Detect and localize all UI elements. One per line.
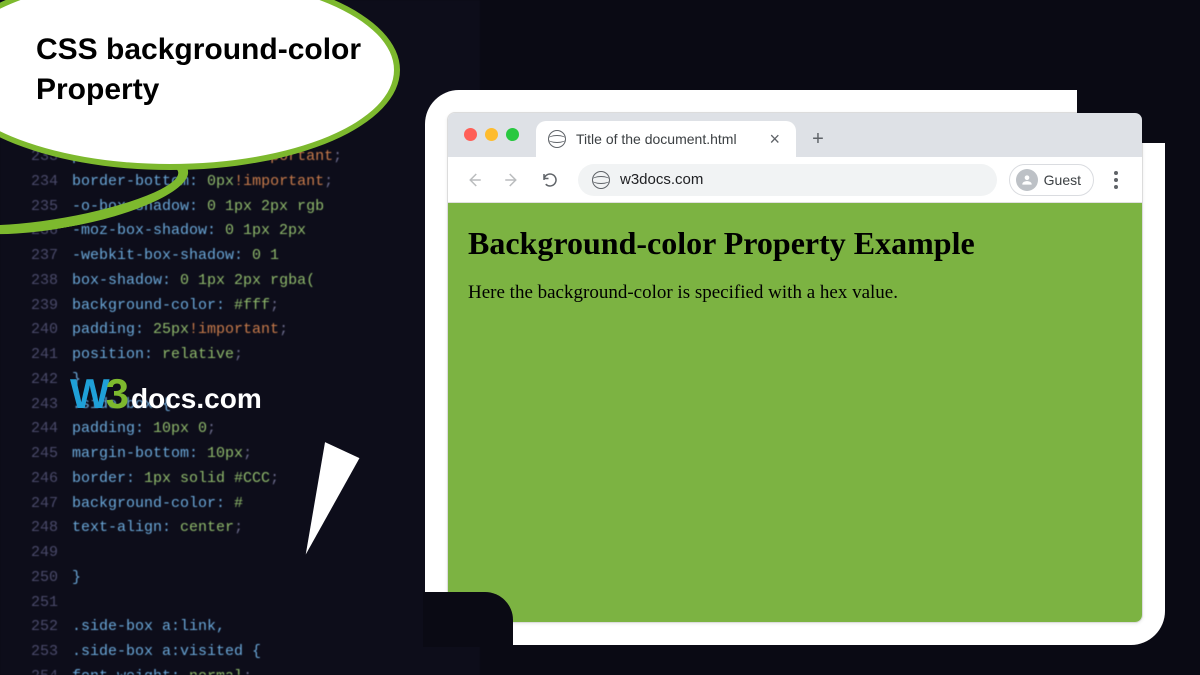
- logo-text: docs.com: [131, 383, 262, 415]
- arrow-right-icon: [503, 171, 521, 189]
- page-title: CSS background-color Property: [36, 30, 394, 111]
- code-line: 247background-color: #: [10, 492, 480, 517]
- globe-icon: [548, 130, 566, 148]
- address-bar[interactable]: w3docs.com: [578, 164, 997, 196]
- code-line: 254font-weight: normal;: [10, 665, 480, 675]
- avatar-icon: [1016, 169, 1038, 191]
- browser-tab[interactable]: Title of the document.html ×: [536, 121, 796, 157]
- logo-w: W: [70, 370, 108, 418]
- url-text: w3docs.com: [620, 171, 703, 188]
- code-line: 246border: 1px solid #CCC;: [10, 467, 480, 492]
- window-controls: [464, 128, 519, 141]
- code-line: 241position: relative;: [10, 343, 480, 368]
- browser-window-card: Title of the document.html × + w3docs.co…: [425, 90, 1165, 645]
- code-line: 244padding: 10px 0;: [10, 417, 480, 442]
- kebab-icon: [1114, 171, 1118, 189]
- forward-button[interactable]: [496, 164, 528, 196]
- profile-button[interactable]: Guest: [1009, 164, 1094, 196]
- code-line: 240padding: 25px!important;: [10, 318, 480, 343]
- code-line: 239background-color: #fff;: [10, 294, 480, 319]
- logo-3: 3: [106, 370, 129, 418]
- w3docs-logo: W 3 docs.com: [70, 370, 262, 418]
- tab-title: Title of the document.html: [576, 131, 755, 147]
- browser-menu-button[interactable]: [1100, 164, 1132, 196]
- window-minimize-button[interactable]: [485, 128, 498, 141]
- code-line: 250}: [10, 566, 480, 591]
- new-tab-button[interactable]: +: [804, 125, 832, 153]
- card-notch-decoration: [423, 592, 513, 647]
- profile-label: Guest: [1044, 172, 1081, 188]
- page-viewport: Background-color Property Example Here t…: [448, 203, 1142, 622]
- window-maximize-button[interactable]: [506, 128, 519, 141]
- close-icon[interactable]: ×: [765, 129, 784, 150]
- example-heading: Background-color Property Example: [468, 225, 1122, 262]
- code-line: 252.side-box a:link,: [10, 615, 480, 640]
- arrow-left-icon: [465, 171, 483, 189]
- globe-icon: [592, 171, 610, 189]
- browser-window: Title of the document.html × + w3docs.co…: [447, 112, 1143, 623]
- browser-toolbar: w3docs.com Guest: [448, 157, 1142, 203]
- code-line: 249: [10, 541, 480, 566]
- example-paragraph: Here the background-color is specified w…: [468, 282, 1122, 304]
- browser-tabbar: Title of the document.html × +: [448, 113, 1142, 157]
- plus-icon: +: [812, 128, 824, 151]
- code-line: 253.side-box a:visited {: [10, 640, 480, 665]
- reload-button[interactable]: [534, 164, 566, 196]
- back-button[interactable]: [458, 164, 490, 196]
- code-line: 251: [10, 591, 480, 616]
- window-close-button[interactable]: [464, 128, 477, 141]
- code-line: 237-webkit-box-shadow: 0 1: [10, 244, 480, 269]
- code-line: 245margin-bottom: 10px;: [10, 442, 480, 467]
- code-line: 238box-shadow: 0 1px 2px rgba(: [10, 269, 480, 294]
- reload-icon: [541, 171, 559, 189]
- code-line: 248text-align: center;: [10, 516, 480, 541]
